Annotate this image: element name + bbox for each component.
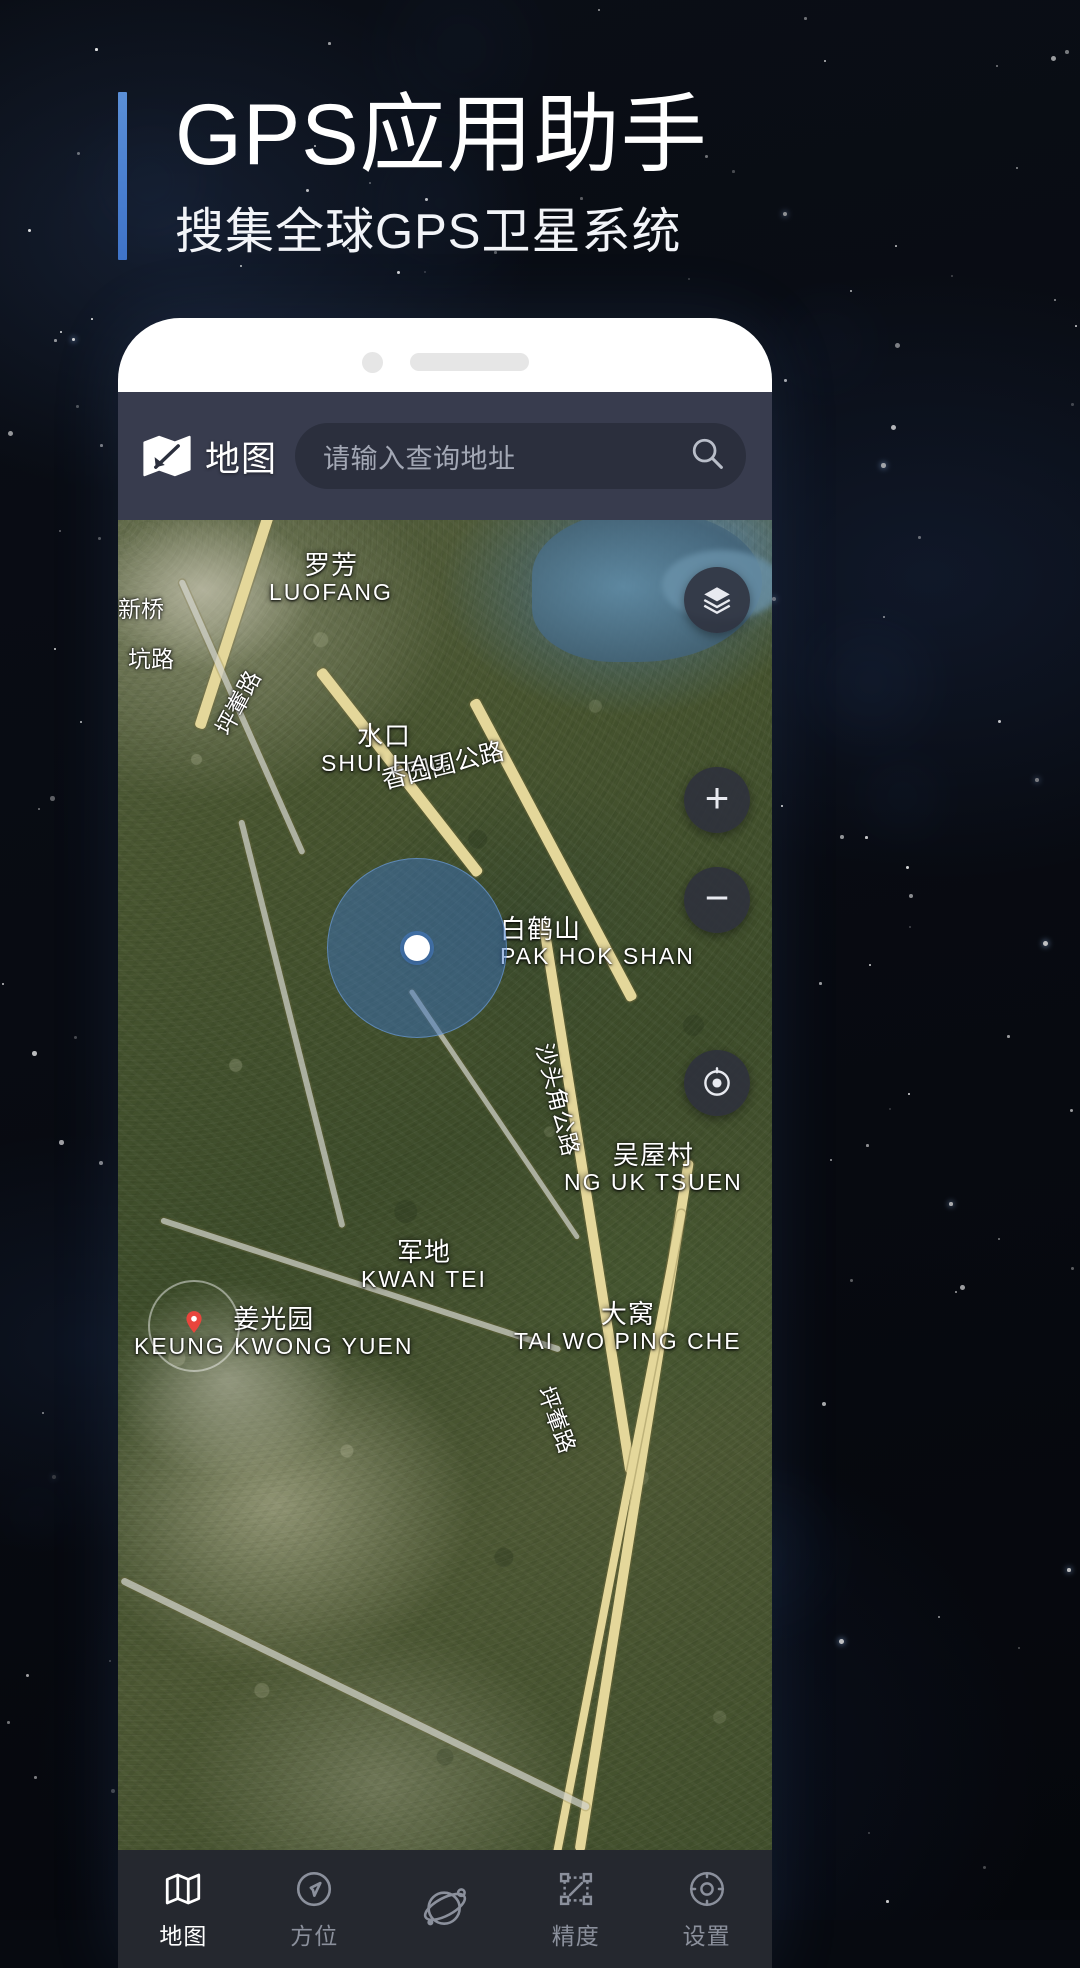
search-placeholder: 请输入查询地址 [323, 443, 516, 474]
map-fold-icon [162, 1867, 204, 1911]
search-icon[interactable] [689, 435, 726, 477]
nav-item-direction[interactable]: 方位 [249, 1850, 380, 1968]
gear-circle-icon [686, 1867, 728, 1911]
brand-label: 地图 [205, 439, 278, 479]
page-subtitle: 搜集全球GPS卫星系统 [175, 204, 682, 259]
nav-item-accuracy[interactable]: 精度 [510, 1850, 641, 1968]
current-location-dot [404, 935, 430, 961]
minus-icon: − [704, 874, 730, 921]
accuracy-frame-icon [555, 1867, 597, 1911]
locate-button[interactable] [684, 1050, 750, 1116]
crosshair-target-icon [700, 1066, 734, 1100]
promo-headline: GPS应用助手 搜集全球GPS卫星系统 [118, 87, 708, 260]
accent-bar [118, 92, 127, 260]
nav-label: 方位 [290, 1923, 339, 1949]
nav-label: 地图 [159, 1923, 208, 1949]
phone-mockup: 地图 请输入查询地址 坑路 新桥 坪輋路 香园围公路 沙头角公路 坪輋路 罗芳 … [118, 318, 772, 1968]
road-label: 坑路 [128, 646, 174, 672]
satellite-orbit-icon [417, 1878, 473, 1934]
camera-dot [361, 351, 383, 373]
search-input[interactable]: 请输入查询地址 [295, 423, 746, 489]
bottom-navigation: 地图 方位 精度 设置 [118, 1850, 772, 1968]
zoom-out-button[interactable]: − [684, 867, 750, 933]
page-title: GPS应用助手 [175, 87, 708, 183]
nav-item-satellite[interactable] [380, 1850, 511, 1968]
nav-item-map[interactable]: 地图 [118, 1850, 249, 1968]
layers-button[interactable] [684, 567, 750, 633]
plus-icon: + [704, 774, 730, 821]
nav-item-settings[interactable]: 设置 [641, 1850, 772, 1968]
poi-ring [148, 1280, 240, 1372]
nav-label: 设置 [682, 1923, 731, 1949]
earpiece-speaker [409, 353, 529, 371]
app-screen: 地图 请输入查询地址 坑路 新桥 坪輋路 香园围公路 沙头角公路 坪輋路 罗芳 … [118, 392, 772, 1968]
nav-label: 精度 [551, 1923, 600, 1949]
app-brand: 地图 [140, 429, 277, 483]
map-fold-pin-icon [140, 429, 194, 483]
compass-arrow-icon [293, 1867, 335, 1911]
map-canvas[interactable]: 坑路 新桥 坪輋路 香园围公路 沙头角公路 坪輋路 罗芳 LUOFANG 水口 … [118, 520, 772, 1850]
layers-icon [700, 583, 734, 617]
road-label: 新桥 [118, 596, 164, 622]
zoom-in-button[interactable]: + [684, 767, 750, 833]
app-header: 地图 请输入查询地址 [118, 392, 772, 520]
phone-notch [118, 351, 772, 373]
